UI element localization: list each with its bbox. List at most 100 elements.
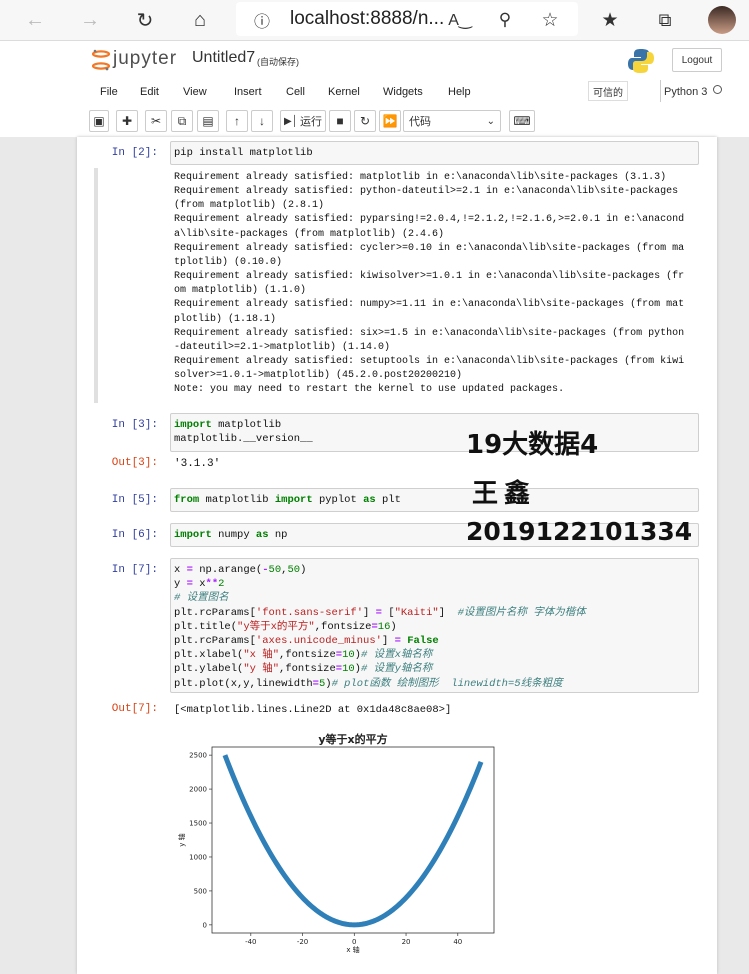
info-icon[interactable]: ⓘ	[248, 6, 276, 34]
x-tick-label: 40	[453, 938, 462, 946]
plot-return-output: [<matplotlib.lines.Line2D at 0x1da48c8ae…	[174, 704, 452, 716]
notebook-toolbar: ▣ ✚ ✂ ⧉ ▤ ↑ ↓ ▶│ 运行 ■ ↻ ⏩ 代码 ⌄ ⌨	[84, 110, 724, 136]
x-axis-label: x 轴	[346, 945, 359, 954]
line-chart: y等于x的平方 x 轴 y 轴 -40 -20 0 20 40 0 500 1000 1500 2…	[177, 732, 495, 954]
save-button[interactable]: ▣	[89, 110, 109, 132]
output-line: plotlib) (1.18.1)	[174, 313, 277, 325]
out-prompt: Out[7]:	[111, 703, 158, 715]
output-line: a\lib\site-packages (from matplotlib) (2…	[174, 228, 445, 240]
cut-button[interactable]: ✂	[145, 110, 167, 132]
logout-button[interactable]: Logout	[672, 48, 722, 72]
copy-button[interactable]: ⧉	[171, 110, 193, 132]
profile-avatar[interactable]	[708, 6, 736, 34]
overlay-class: 19大数据4	[466, 430, 599, 460]
add-favorite-icon[interactable]: ☆	[536, 6, 564, 34]
arrow-up-icon: ↑	[234, 114, 240, 128]
overlay-name: 王鑫	[472, 479, 537, 509]
plot-area	[211, 746, 495, 934]
in-prompt: In [2]:	[111, 147, 158, 159]
python-logo-icon	[627, 47, 655, 75]
menu-widgets[interactable]: Widgets	[383, 86, 423, 98]
run-button[interactable]: ▶│ 运行	[280, 110, 326, 132]
stop-icon: ■	[336, 114, 344, 128]
out-prompt: Out[3]:	[111, 457, 158, 469]
menu-edit[interactable]: Edit	[140, 86, 159, 98]
y-tick-label: 2500	[189, 752, 207, 760]
output-line: Requirement already satisfied: setuptool…	[174, 356, 685, 368]
menu-insert[interactable]: Insert	[234, 86, 262, 98]
url-text[interactable]: localhost:8888/n...	[290, 8, 444, 30]
kernel-name: Python 3	[664, 86, 708, 98]
insert-cell-button[interactable]: ✚	[116, 110, 138, 132]
move-up-button[interactable]: ↑	[226, 110, 248, 132]
trusted-indicator[interactable]: 可信的	[588, 81, 628, 101]
output-line: Note: you may need to restart the kernel…	[174, 384, 565, 396]
output-line: (from matplotlib) (2.8.1)	[174, 200, 325, 212]
move-down-button[interactable]: ↓	[251, 110, 273, 132]
y-tick-label: 500	[194, 887, 207, 895]
menubar: File Edit View Insert Cell Kernel Widget…	[84, 80, 724, 108]
read-aloud-icon[interactable]: A‿	[446, 6, 474, 34]
home-icon[interactable]: ⌂	[186, 6, 214, 34]
restart-run-all-button[interactable]: ⏩	[379, 110, 401, 132]
output-line: Requirement already satisfied: kiwisolve…	[174, 271, 685, 283]
chart-title: y等于x的平方	[318, 732, 387, 746]
menu-file[interactable]: File	[100, 86, 118, 98]
output-line: Requirement already satisfied: six>=1.5 …	[174, 327, 685, 339]
code-block: import numpy as np	[174, 529, 288, 541]
output-line: Requirement already satisfied: python-da…	[174, 186, 679, 198]
output-line: tplotlib) (0.10.0)	[174, 256, 283, 268]
chevron-down-icon: ⌄	[486, 115, 495, 127]
plus-icon: ✚	[121, 114, 133, 128]
arrow-down-icon: ↓	[259, 114, 265, 128]
save-icon: ▣	[93, 114, 105, 128]
back-arrow-icon[interactable]: ←	[21, 6, 49, 34]
output-line: -dateutil>=2.1->matplotlib) (1.14.0)	[174, 341, 391, 353]
output-line: om matplotlib) (1.1.0)	[174, 285, 307, 297]
reload-icon[interactable]: ↻	[131, 6, 159, 34]
output-line: Requirement already satisfied: numpy>=1.…	[174, 299, 685, 311]
menu-cell[interactable]: Cell	[286, 86, 305, 98]
notebook-title[interactable]: Untitled7	[192, 49, 255, 67]
output-scroll-bar[interactable]	[94, 168, 98, 403]
code-block: x = np.arange(-50,50) y = x**2 # 设置图名 pl…	[174, 564, 586, 690]
run-label: 运行	[299, 116, 322, 128]
y-tick-label: 2000	[189, 786, 207, 794]
pip-output: Requirement already satisfied: matplotli…	[174, 171, 684, 398]
code-block: from matplotlib import pyplot as plt	[174, 494, 401, 506]
x-tick-label: -20	[297, 938, 308, 946]
in-prompt: In [5]:	[111, 494, 158, 506]
autosave-status: (自动保存)	[257, 57, 299, 67]
menu-divider	[660, 80, 661, 102]
menu-kernel[interactable]: Kernel	[328, 86, 360, 98]
in-prompt: In [3]:	[111, 419, 158, 431]
jupyter-wordmark[interactable]: jupyter	[113, 48, 177, 70]
command-palette-button[interactable]: ⌨	[509, 110, 535, 132]
paste-button[interactable]: ▤	[197, 110, 219, 132]
browser-toolbar: ← → ↻ ⌂ ⓘ localhost:8888/n... A‿ ⚲ ☆ ★ ⧉	[0, 0, 749, 41]
scissors-icon: ✂	[150, 114, 162, 128]
overlay-student-id: 2019122101334	[466, 517, 693, 546]
collections-icon[interactable]: ⧉	[651, 6, 679, 34]
step-forward-icon: ▶│	[284, 115, 298, 127]
output-line: Requirement already satisfied: matplotli…	[174, 172, 667, 183]
zoom-icon[interactable]: ⚲	[491, 6, 519, 34]
version-output: '3.1.3'	[174, 458, 221, 470]
restart-button[interactable]: ↻	[354, 110, 376, 132]
in-prompt: In [7]:	[111, 564, 158, 576]
x-tick-label: 20	[402, 938, 411, 946]
jupyter-logo-icon[interactable]	[91, 49, 111, 71]
y-tick-label: 1000	[189, 853, 207, 861]
interrupt-button[interactable]: ■	[329, 110, 351, 132]
fast-forward-icon: ⏩	[382, 114, 398, 128]
paste-icon: ▤	[202, 114, 214, 128]
forward-arrow-icon[interactable]: →	[76, 6, 104, 34]
menu-help[interactable]: Help	[448, 86, 471, 98]
y-tick-label: 1500	[189, 820, 207, 828]
kernel-idle-icon	[713, 85, 722, 94]
code-line: pip install matplotlib	[174, 147, 313, 159]
x-tick-label: -40	[245, 938, 256, 946]
cell-type-select[interactable]: 代码 ⌄	[403, 110, 501, 132]
favorites-icon[interactable]: ★	[596, 6, 624, 34]
menu-view[interactable]: View	[183, 86, 207, 98]
